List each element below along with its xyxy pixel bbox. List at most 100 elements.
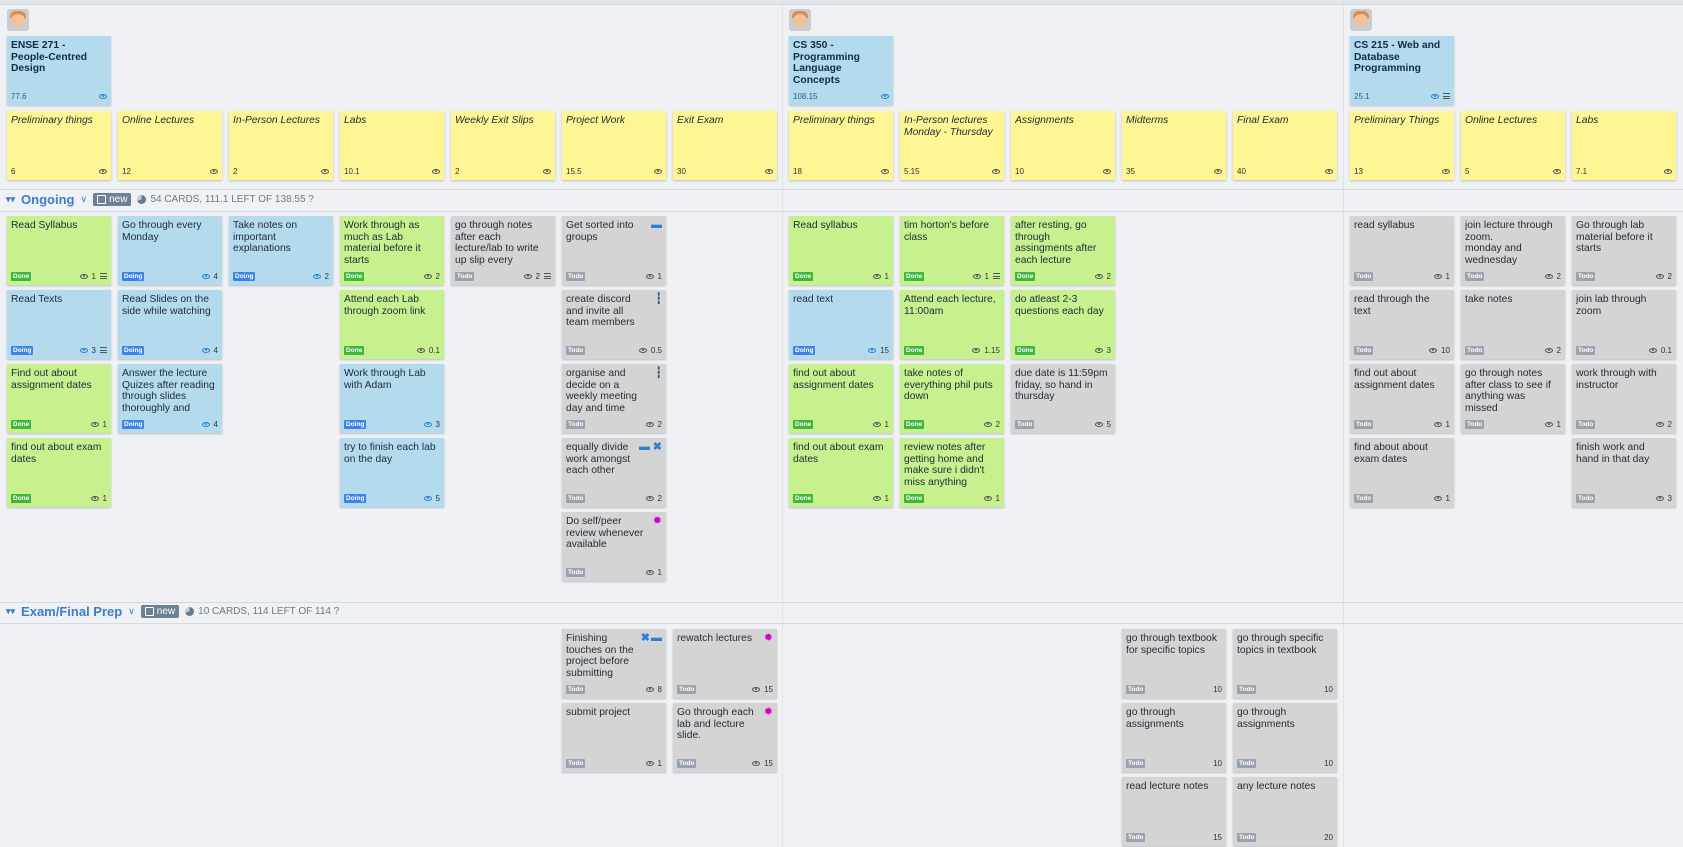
eye-icon[interactable] bbox=[1442, 168, 1450, 174]
task-card[interactable]: Read Texts Doing 3 bbox=[7, 290, 111, 359]
column-header[interactable]: Weekly Exit Slips 2 bbox=[451, 111, 555, 180]
eye-icon[interactable] bbox=[645, 569, 654, 575]
eye-icon[interactable] bbox=[972, 347, 981, 353]
eye-icon[interactable] bbox=[312, 273, 321, 279]
task-card[interactable]: find out about assignment dates Done 1 bbox=[789, 364, 893, 433]
collapse-lane-icon[interactable]: ▾▾ bbox=[6, 606, 15, 617]
eye-icon[interactable] bbox=[645, 273, 654, 279]
eye-icon[interactable] bbox=[752, 686, 761, 692]
task-card[interactable]: Read syllabus Done 1 bbox=[789, 216, 893, 285]
eye-icon[interactable] bbox=[765, 168, 773, 174]
new-card-button[interactable]: new bbox=[93, 193, 132, 206]
eye-icon[interactable] bbox=[432, 168, 440, 174]
task-card[interactable]: ┇ organise and decide on a weekly meeting… bbox=[562, 364, 666, 433]
task-card[interactable]: after resting, go through assingments af… bbox=[1011, 216, 1115, 285]
eye-icon[interactable] bbox=[90, 421, 99, 427]
eye-icon[interactable] bbox=[881, 168, 889, 174]
eye-icon[interactable] bbox=[523, 273, 532, 279]
eye-icon[interactable] bbox=[423, 495, 432, 501]
eye-icon[interactable] bbox=[321, 168, 329, 174]
new-card-button[interactable]: new bbox=[140, 605, 180, 618]
owner-avatar[interactable] bbox=[789, 9, 811, 31]
task-card[interactable]: find out about assignment dates Todo 1 bbox=[1350, 364, 1454, 433]
eye-icon[interactable] bbox=[1544, 347, 1553, 353]
project-card[interactable]: ENSE 271 - People-Centred Design 77.6 bbox=[7, 36, 111, 105]
eye-icon[interactable] bbox=[1325, 168, 1333, 174]
task-card[interactable]: Go through lab material before it starts… bbox=[1572, 216, 1676, 285]
eye-icon[interactable] bbox=[752, 760, 761, 766]
eye-icon[interactable] bbox=[983, 421, 992, 427]
task-card[interactable]: any lecture notes Todo 20 bbox=[1233, 777, 1337, 846]
eye-icon[interactable] bbox=[1544, 421, 1553, 427]
task-card[interactable]: tim horton's before class Done 1 bbox=[900, 216, 1004, 285]
task-card[interactable]: review notes after getting home and make… bbox=[900, 438, 1004, 507]
task-card[interactable]: ✹ Do self/peer review whenever available T… bbox=[562, 512, 666, 581]
task-card[interactable]: find about about exam dates Todo 1 bbox=[1350, 438, 1454, 507]
task-card[interactable]: Read Slides on the side while watching Do… bbox=[118, 290, 222, 359]
column-header[interactable]: Project Work 15.5 bbox=[562, 111, 666, 180]
eye-icon[interactable] bbox=[423, 273, 432, 279]
task-card[interactable]: go through specific topics in textbook To… bbox=[1233, 629, 1337, 698]
column-header[interactable]: Midterms 35 bbox=[1122, 111, 1226, 180]
task-card[interactable]: take notes Todo 2 bbox=[1461, 290, 1565, 359]
collapse-lane-icon[interactable]: ▾▾ bbox=[6, 194, 15, 205]
task-card[interactable]: Attend each lecture, 11:00am Done 1.15 bbox=[900, 290, 1004, 359]
task-card[interactable]: go through assignments Todo 10 bbox=[1122, 703, 1226, 772]
task-card[interactable]: work through with instructor Todo 2 bbox=[1572, 364, 1676, 433]
owner-avatar[interactable] bbox=[7, 9, 29, 31]
eye-icon[interactable] bbox=[1655, 421, 1664, 427]
task-card[interactable]: Find out about assignment dates Done 1 bbox=[7, 364, 111, 433]
eye-icon[interactable] bbox=[645, 421, 654, 427]
eye-icon[interactable] bbox=[99, 93, 107, 99]
eye-icon[interactable] bbox=[972, 273, 981, 279]
owner-avatar[interactable] bbox=[1350, 9, 1372, 31]
task-card[interactable]: ▬ Get sorted into groups Todo 1 bbox=[562, 216, 666, 285]
lane-title[interactable]: Ongoing bbox=[21, 192, 74, 207]
chevron-down-icon[interactable]: ∨ bbox=[128, 606, 135, 617]
column-header[interactable]: Online Lectures 5 bbox=[1461, 111, 1565, 180]
eye-icon[interactable] bbox=[201, 421, 210, 427]
eye-icon[interactable] bbox=[1433, 495, 1442, 501]
eye-icon[interactable] bbox=[872, 421, 881, 427]
eye-icon[interactable] bbox=[90, 495, 99, 501]
eye-icon[interactable] bbox=[881, 93, 889, 99]
task-card[interactable]: ✖ ▬ Finishing touches on the project befor… bbox=[562, 629, 666, 698]
task-card[interactable]: try to finish each lab on the day Doing 5 bbox=[340, 438, 444, 507]
eye-icon[interactable] bbox=[1664, 168, 1672, 174]
eye-icon[interactable] bbox=[645, 686, 654, 692]
column-header[interactable]: In-Person lectures Monday - Thursday 5.15 bbox=[900, 111, 1004, 180]
eye-icon[interactable] bbox=[99, 168, 107, 174]
task-card[interactable]: do atleast 2-3 questions each day Done 3 bbox=[1011, 290, 1115, 359]
column-header[interactable]: Online Lectures 12 bbox=[118, 111, 222, 180]
eye-icon[interactable] bbox=[992, 168, 1000, 174]
column-header[interactable]: Preliminary things 6 bbox=[7, 111, 111, 180]
task-card[interactable]: ✹ rewatch lectures Todo 15 bbox=[673, 629, 777, 698]
task-card[interactable]: take notes of everything phil puts down D… bbox=[900, 364, 1004, 433]
project-card[interactable]: CS 215 - Web and Database Programming 25… bbox=[1350, 36, 1454, 105]
eye-icon[interactable] bbox=[543, 168, 551, 174]
eye-icon[interactable] bbox=[1429, 347, 1438, 353]
eye-icon[interactable] bbox=[1655, 495, 1664, 501]
task-card[interactable]: read syllabus Todo 1 bbox=[1350, 216, 1454, 285]
eye-icon[interactable] bbox=[1094, 347, 1103, 353]
task-card[interactable]: go through notes after each lecture/lab … bbox=[451, 216, 555, 285]
task-card[interactable]: Read Syllabus Done 1 bbox=[7, 216, 111, 285]
eye-icon[interactable] bbox=[1655, 273, 1664, 279]
eye-icon[interactable] bbox=[1094, 273, 1103, 279]
project-card[interactable]: CS 350 - Programming Language Concepts 1… bbox=[789, 36, 893, 105]
eye-icon[interactable] bbox=[868, 347, 877, 353]
eye-icon[interactable] bbox=[1103, 168, 1111, 174]
eye-icon[interactable] bbox=[983, 495, 992, 501]
column-header[interactable]: In-Person Lectures 2 bbox=[229, 111, 333, 180]
eye-icon[interactable] bbox=[210, 168, 218, 174]
eye-icon[interactable] bbox=[1544, 273, 1553, 279]
task-card[interactable]: Attend each Lab through zoom link Done 0.1 bbox=[340, 290, 444, 359]
task-card[interactable]: Work through Lab with Adam Doing 3 bbox=[340, 364, 444, 433]
task-card[interactable]: ┇ create discord and invite all team memb… bbox=[562, 290, 666, 359]
lane-title[interactable]: Exam/Final Prep bbox=[21, 604, 122, 619]
column-header[interactable]: Preliminary things 18 bbox=[789, 111, 893, 180]
task-card[interactable]: Go through every Monday Doing 4 bbox=[118, 216, 222, 285]
eye-icon[interactable] bbox=[1553, 168, 1561, 174]
column-header[interactable]: Exit Exam 30 bbox=[673, 111, 777, 180]
task-card[interactable]: submit project Todo 1 bbox=[562, 703, 666, 772]
